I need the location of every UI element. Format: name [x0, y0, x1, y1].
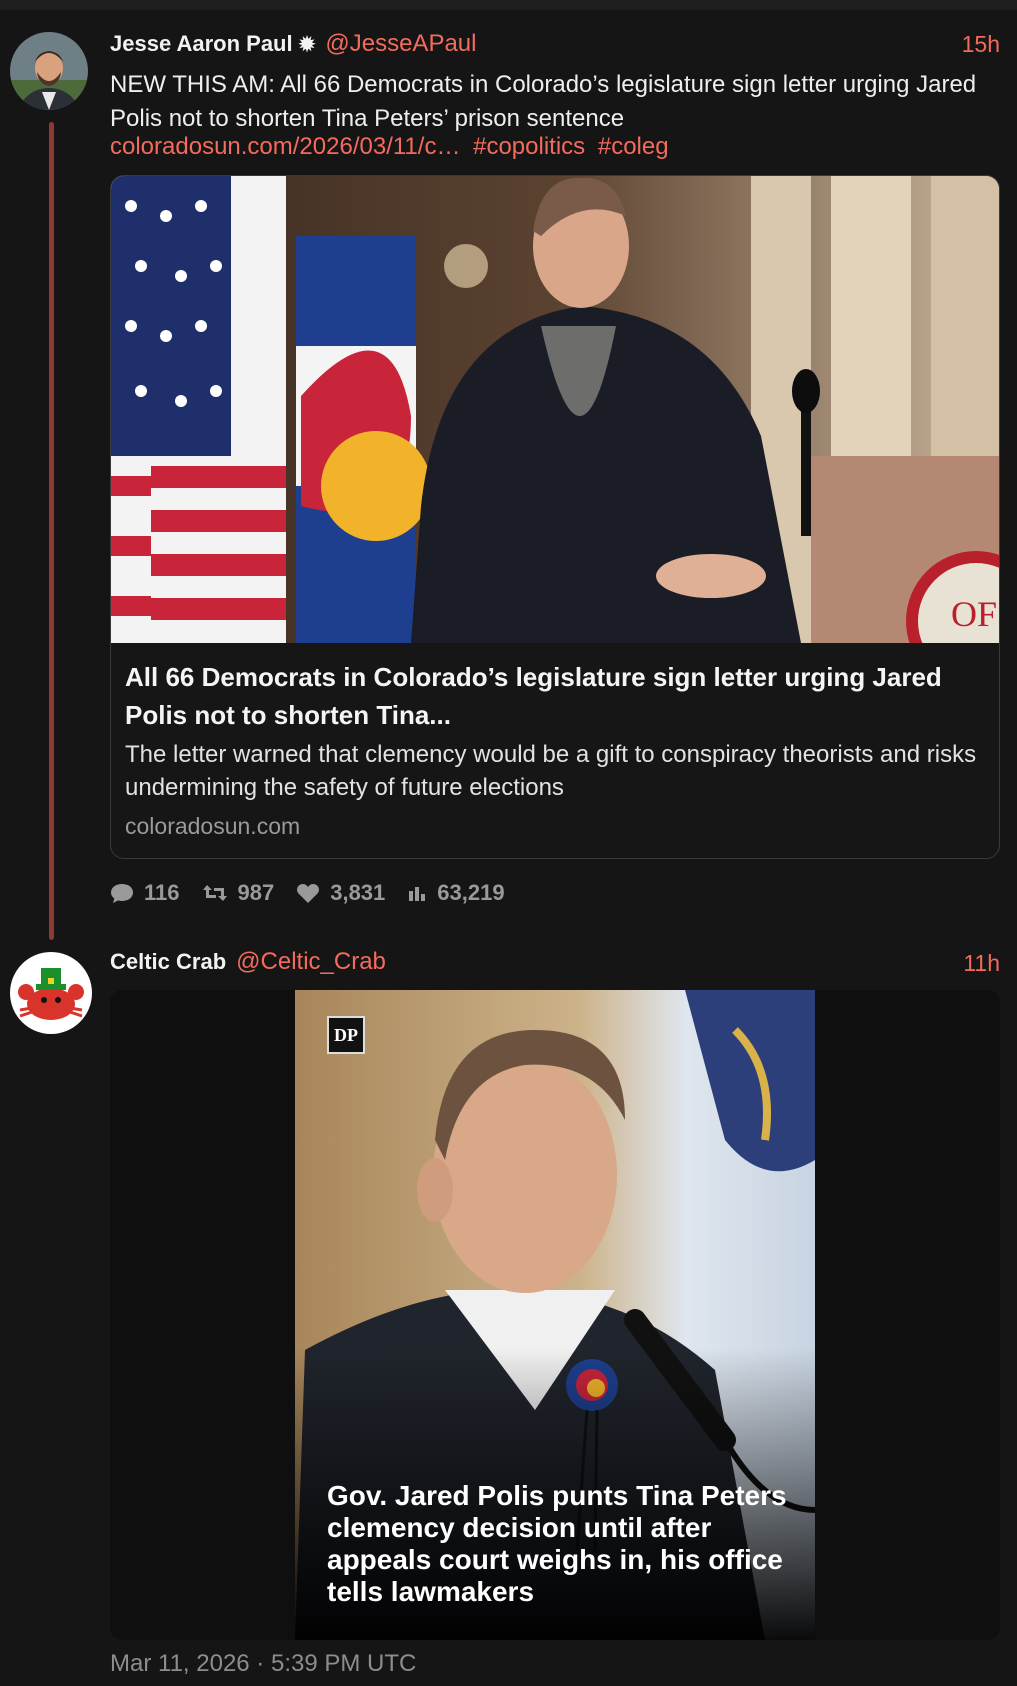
avatar-celtic-crab[interactable] [10, 952, 92, 1034]
card-domain: coloradosun.com [125, 813, 301, 839]
retweet-count: 987 [237, 880, 275, 905]
news-photo-icon[interactable]: DP Gov. Jared Polis punts Tina Peters cl… [295, 990, 815, 1640]
tweet2-header: Celtic Crab @Celtic_Crab [110, 948, 386, 976]
affiliate-badge-icon: ✹ [298, 34, 316, 56]
tweet-time[interactable]: 15h [962, 31, 1000, 58]
thread-line [49, 122, 54, 940]
svg-text:OF: OF [951, 594, 997, 634]
avatar-jesse[interactable] [10, 32, 88, 110]
views-chart-icon [409, 887, 426, 901]
views-button[interactable]: 63,219 [407, 880, 505, 906]
hashtag-copolitics[interactable]: #copolitics [473, 133, 585, 160]
tweet1-header: Jesse Aaron Paul ✹ @JesseAPaul [110, 30, 476, 58]
news-photo-icon[interactable]: OF [111, 176, 999, 643]
view-count: 63,219 [437, 880, 505, 905]
tweet-media[interactable]: DP Gov. Jared Polis punts Tina Peters cl… [110, 990, 1000, 1640]
tweet-timestamp[interactable]: Mar 11, 2026 · 5:39 PM UTC [110, 1650, 416, 1678]
card-description: The letter warned that clemency would be… [125, 741, 977, 801]
tweet-links: coloradosun.com/2026/03/11/c… #copolitic… [110, 133, 675, 161]
heart-icon [297, 884, 320, 903]
comment-icon [111, 884, 133, 903]
tweet-time[interactable]: 11h [963, 950, 1000, 977]
retweet-icon [202, 885, 227, 901]
link-card[interactable]: OF All 66 Democrats in Colorado’s legisl… [110, 175, 1000, 859]
reply-button[interactable]: 116 [110, 880, 180, 906]
author-handle[interactable]: @Celtic_Crab [236, 948, 386, 976]
author-name[interactable]: Jesse Aaron Paul [110, 31, 293, 57]
article-link[interactable]: coloradosun.com/2026/03/11/c… [110, 133, 460, 160]
like-button[interactable]: 3,831 [296, 880, 385, 906]
retweet-button[interactable]: 987 [202, 880, 275, 906]
author-name[interactable]: Celtic Crab [110, 949, 226, 975]
reply-count: 116 [144, 880, 180, 905]
hashtag-coleg[interactable]: #coleg [598, 133, 669, 160]
like-count: 3,831 [330, 880, 386, 905]
top-bar [0, 0, 1017, 10]
media-headline: Gov. Jared Polis punts Tina Peters cleme… [327, 1480, 787, 1607]
dp-logo: DP [327, 1016, 365, 1054]
card-title[interactable]: All 66 Democrats in Colorado’s legislatu… [125, 658, 985, 734]
tweet-text: NEW THIS AM: All 66 Democrats in Colorad… [110, 71, 977, 132]
tweet-stats: 116 987 3,831 63,219 [110, 880, 527, 906]
author-handle[interactable]: @JesseAPaul [325, 30, 476, 58]
